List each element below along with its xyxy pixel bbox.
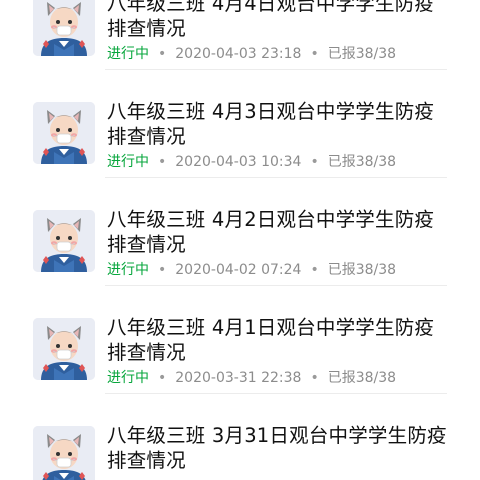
separator-dot: • xyxy=(310,262,319,278)
separator-dot: • xyxy=(310,154,319,170)
status-badge: 进行中 xyxy=(107,154,149,170)
cartoon-student-avatar-icon xyxy=(33,210,95,272)
survey-item[interactable]: 八年级三班 4月2日观台中学学生防疫排查情况 进行中 • 2020-04-02 07… xyxy=(0,178,480,286)
separator-dot: • xyxy=(310,46,319,62)
separator-dot: • xyxy=(158,46,167,62)
survey-meta: 进行中 • 2020-04-03 10:34 • 已报38/38 xyxy=(107,153,396,171)
survey-item[interactable]: 八年级三班 3月31日观台中学学生防疫排查情况 xyxy=(0,394,480,480)
survey-list-screen: 八年级三班 4月4日观台中学学生防疫排查情况 进行中 • 2020-04-03 23… xyxy=(0,0,480,480)
report-count: 已报38/38 xyxy=(327,46,397,62)
separator-dot: • xyxy=(158,262,167,278)
report-count: 已报38/38 xyxy=(327,262,397,278)
cartoon-student-avatar-icon xyxy=(33,318,95,380)
survey-item[interactable]: 八年级三班 4月4日观台中学学生防疫排查情况 进行中 • 2020-04-03 23… xyxy=(0,0,480,70)
separator-dot: • xyxy=(310,370,319,386)
status-badge: 进行中 xyxy=(107,370,149,386)
survey-meta: 进行中 • 2020-04-03 23:18 • 已报38/38 xyxy=(107,45,396,63)
survey-item[interactable]: 八年级三班 4月1日观台中学学生防疫排查情况 进行中 • 2020-03-31 22… xyxy=(0,286,480,394)
survey-title: 八年级三班 4月3日观台中学学生防疫排查情况 xyxy=(107,100,435,148)
separator-dot: • xyxy=(158,370,167,386)
survey-meta: 进行中 • 2020-03-31 22:38 • 已报38/38 xyxy=(107,369,396,387)
status-badge: 进行中 xyxy=(107,262,149,278)
cartoon-student-avatar-icon xyxy=(33,102,95,164)
survey-title: 八年级三班 4月4日观台中学学生防疫排查情况 xyxy=(107,0,435,40)
survey-title: 八年级三班 4月2日观台中学学生防疫排查情况 xyxy=(107,208,435,256)
status-badge: 进行中 xyxy=(107,46,149,62)
report-count: 已报38/38 xyxy=(327,370,397,386)
report-count: 已报38/38 xyxy=(327,154,397,170)
cartoon-student-avatar-icon xyxy=(33,426,95,480)
created-time: 2020-03-31 22:38 xyxy=(175,370,302,386)
cartoon-student-avatar-icon xyxy=(33,0,95,56)
survey-meta: 进行中 • 2020-04-02 07:24 • 已报38/38 xyxy=(107,261,396,279)
survey-title: 八年级三班 3月31日观台中学学生防疫排查情况 xyxy=(107,424,447,472)
survey-list: 八年级三班 4月4日观台中学学生防疫排查情况 进行中 • 2020-04-03 23… xyxy=(0,0,480,480)
survey-item[interactable]: 八年级三班 4月3日观台中学学生防疫排查情况 进行中 • 2020-04-03 10… xyxy=(0,70,480,178)
separator-dot: • xyxy=(158,154,167,170)
created-time: 2020-04-02 07:24 xyxy=(175,262,302,278)
survey-title: 八年级三班 4月1日观台中学学生防疫排查情况 xyxy=(107,316,435,364)
created-time: 2020-04-03 10:34 xyxy=(175,154,302,170)
created-time: 2020-04-03 23:18 xyxy=(175,46,302,62)
